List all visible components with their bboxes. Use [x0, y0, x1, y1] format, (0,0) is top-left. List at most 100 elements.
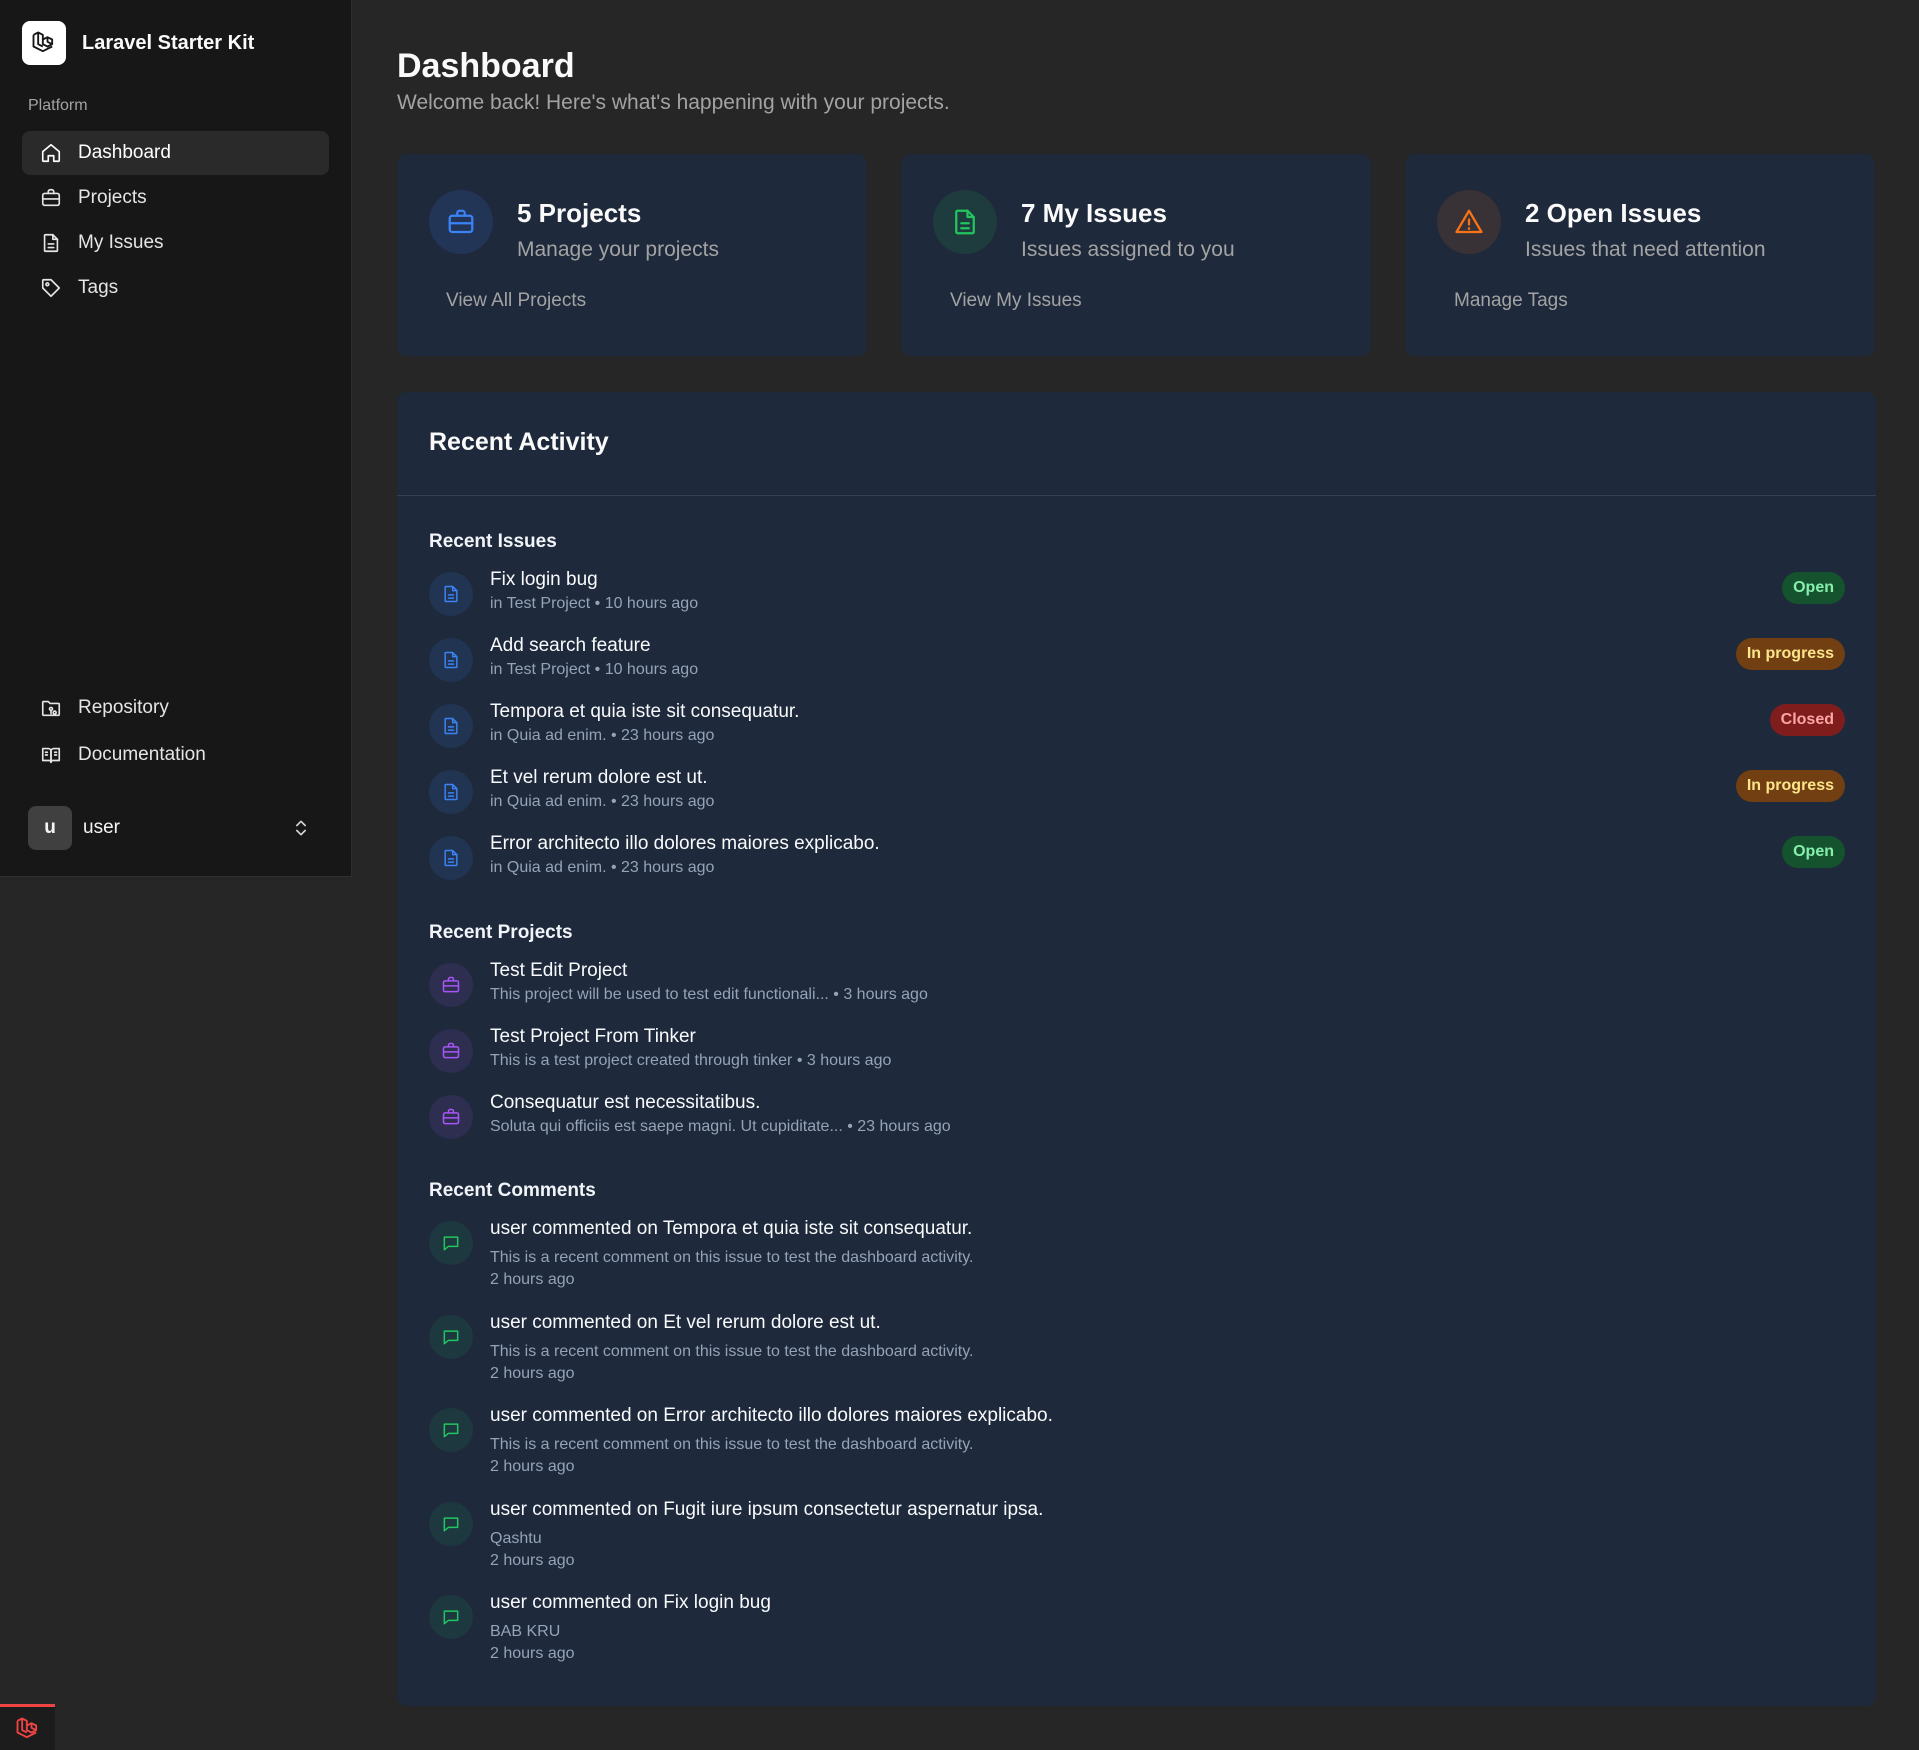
- file-icon: [429, 638, 473, 682]
- comment-row[interactable]: user commented on Fugit iure ipsum conse…: [429, 1499, 1845, 1592]
- sidebar-item-label: Projects: [78, 187, 147, 208]
- issue-title[interactable]: Fix login bug: [490, 569, 598, 591]
- home-icon: [41, 143, 61, 163]
- stat-title: 7 My Issues: [1021, 198, 1167, 228]
- comment-author-action: user commented on: [490, 1218, 658, 1239]
- comment-author-action: user commented on: [490, 1405, 658, 1426]
- issue-row[interactable]: Error architecto illo dolores maiores ex…: [429, 833, 1845, 896]
- project-title[interactable]: Test Edit Project: [490, 960, 627, 982]
- issue-row[interactable]: Add search feature in Test Project • 10 …: [429, 635, 1845, 698]
- issue-meta: in Quia ad enim. • 23 hours ago: [490, 859, 715, 876]
- stat-card-my-issues: 7 My Issues Issues assigned to you View …: [901, 154, 1371, 356]
- laravel-logo-icon: [16, 1717, 37, 1738]
- comment-target-link[interactable]: Tempora et quia iste sit consequatur.: [663, 1218, 972, 1239]
- sidebar-item-label: My Issues: [78, 232, 164, 253]
- recent-activity-title: Recent Activity: [429, 428, 609, 456]
- comment-row[interactable]: user commented on Fix login bug BAB KRU …: [429, 1592, 1845, 1685]
- issue-meta: in Test Project • 10 hours ago: [490, 595, 699, 612]
- comment-author-action: user commented on: [490, 1592, 658, 1613]
- stats-cards: 5 Projects Manage your projects View All…: [397, 154, 1876, 356]
- status-badge: In progress: [1735, 638, 1845, 670]
- brand[interactable]: Laravel Starter Kit: [22, 21, 254, 65]
- briefcase-icon: [429, 1029, 473, 1073]
- message-icon: [429, 1595, 473, 1639]
- issue-title[interactable]: Et vel rerum dolore est ut.: [490, 767, 708, 789]
- issue-meta: in Quia ad enim. • 23 hours ago: [490, 727, 715, 744]
- sidebar-item-dashboard[interactable]: Dashboard: [22, 131, 329, 175]
- comment-time: 2 hours ago: [490, 1458, 575, 1475]
- comment-target-link[interactable]: Fix login bug: [663, 1592, 771, 1613]
- project-row[interactable]: Test Project From Tinker This is a test …: [429, 1026, 1845, 1089]
- briefcase-icon: [429, 963, 473, 1007]
- issue-title[interactable]: Tempora et quia iste sit consequatur.: [490, 701, 799, 723]
- view-my-issues-link[interactable]: View My Issues: [950, 290, 1082, 312]
- sidebar-item-tags[interactable]: Tags: [22, 266, 329, 310]
- stat-description: Issues assigned to you: [1021, 238, 1235, 261]
- recent-comments-heading: Recent Comments: [429, 1180, 596, 1201]
- debugbar-toggle[interactable]: [0, 1704, 55, 1750]
- issue-row[interactable]: Tempora et quia iste sit consequatur. in…: [429, 701, 1845, 764]
- message-icon: [429, 1221, 473, 1265]
- comment-row[interactable]: user commented on Et vel rerum dolore es…: [429, 1312, 1845, 1405]
- user-name: user: [83, 817, 120, 838]
- comment-target-link[interactable]: Et vel rerum dolore est ut.: [663, 1312, 881, 1333]
- sidebar-item-my-issues[interactable]: My Issues: [22, 221, 329, 265]
- file-icon: [429, 704, 473, 748]
- main-nav: Dashboard Projects My Issues Tags: [22, 131, 329, 311]
- main-content: Dashboard Welcome back! Here's what's ha…: [397, 44, 1876, 1706]
- comment-body: BAB KRU: [490, 1623, 561, 1640]
- issue-row[interactable]: Fix login bug in Test Project • 10 hours…: [429, 569, 1845, 632]
- comment-headline: user commented on Fix login bug: [490, 1592, 771, 1614]
- issue-meta: in Test Project • 10 hours ago: [490, 661, 699, 678]
- comment-target-link[interactable]: Error architecto illo dolores maiores ex…: [663, 1405, 1053, 1426]
- briefcase-icon: [41, 188, 61, 207]
- message-icon: [429, 1502, 473, 1546]
- sidebar-item-projects[interactable]: Projects: [22, 176, 329, 220]
- issue-title[interactable]: Add search feature: [490, 635, 651, 657]
- stat-description: Manage your projects: [517, 238, 719, 261]
- page-subtitle: Welcome back! Here's what's happening wi…: [397, 91, 950, 114]
- issue-meta: in Quia ad enim. • 23 hours ago: [490, 793, 715, 810]
- issue-row[interactable]: Et vel rerum dolore est ut. in Quia ad e…: [429, 767, 1845, 830]
- file-icon: [933, 190, 997, 254]
- view-all-projects-link[interactable]: View All Projects: [446, 290, 586, 312]
- recent-projects-heading: Recent Projects: [429, 922, 573, 943]
- project-title[interactable]: Test Project From Tinker: [490, 1026, 696, 1048]
- recent-issues-heading: Recent Issues: [429, 531, 557, 552]
- briefcase-icon: [429, 1095, 473, 1139]
- secondary-nav: Repository Documentation: [22, 685, 329, 779]
- comment-time: 2 hours ago: [490, 1365, 575, 1382]
- file-icon: [429, 770, 473, 814]
- comment-headline: user commented on Tempora et quia iste s…: [490, 1218, 972, 1240]
- avatar: u: [28, 806, 72, 850]
- manage-tags-link[interactable]: Manage Tags: [1454, 290, 1568, 312]
- nav-group-label: Platform: [28, 97, 88, 114]
- sidebar-item-label: Repository: [78, 697, 169, 718]
- comment-body: Qashtu: [490, 1530, 542, 1547]
- tag-icon: [41, 278, 61, 298]
- user-menu[interactable]: u user: [22, 804, 329, 852]
- comment-headline: user commented on Et vel rerum dolore es…: [490, 1312, 881, 1334]
- comment-time: 2 hours ago: [490, 1271, 575, 1288]
- sidebar-item-label: Documentation: [78, 744, 206, 765]
- status-badge: Open: [1782, 572, 1845, 604]
- project-meta: This project will be used to test edit f…: [490, 986, 928, 1003]
- stat-title: 2 Open Issues: [1525, 198, 1702, 228]
- laravel-logo-icon: [22, 21, 66, 65]
- project-row[interactable]: Consequatur est necessitatibus. Soluta q…: [429, 1092, 1845, 1155]
- comment-row[interactable]: user commented on Tempora et quia iste s…: [429, 1218, 1845, 1311]
- comment-row[interactable]: user commented on Error architecto illo …: [429, 1405, 1845, 1498]
- sidebar-item-documentation[interactable]: Documentation: [22, 732, 329, 778]
- project-row[interactable]: Test Edit Project This project will be u…: [429, 960, 1845, 1023]
- file-icon: [429, 836, 473, 880]
- issue-title[interactable]: Error architecto illo dolores maiores ex…: [490, 833, 880, 855]
- sidebar-item-repository[interactable]: Repository: [22, 685, 329, 731]
- comment-target-link[interactable]: Fugit iure ipsum consectetur aspernatur …: [663, 1499, 1043, 1520]
- recent-activity-card: Recent Activity Recent Issues Fix login …: [397, 392, 1876, 1706]
- stat-title: 5 Projects: [517, 198, 642, 228]
- alert-triangle-icon: [1437, 190, 1501, 254]
- project-meta: Soluta qui officiis est saepe magni. Ut …: [490, 1118, 951, 1135]
- project-title[interactable]: Consequatur est necessitatibus.: [490, 1092, 760, 1114]
- project-meta: This is a test project created through t…: [490, 1052, 892, 1069]
- app-name: Laravel Starter Kit: [82, 31, 255, 54]
